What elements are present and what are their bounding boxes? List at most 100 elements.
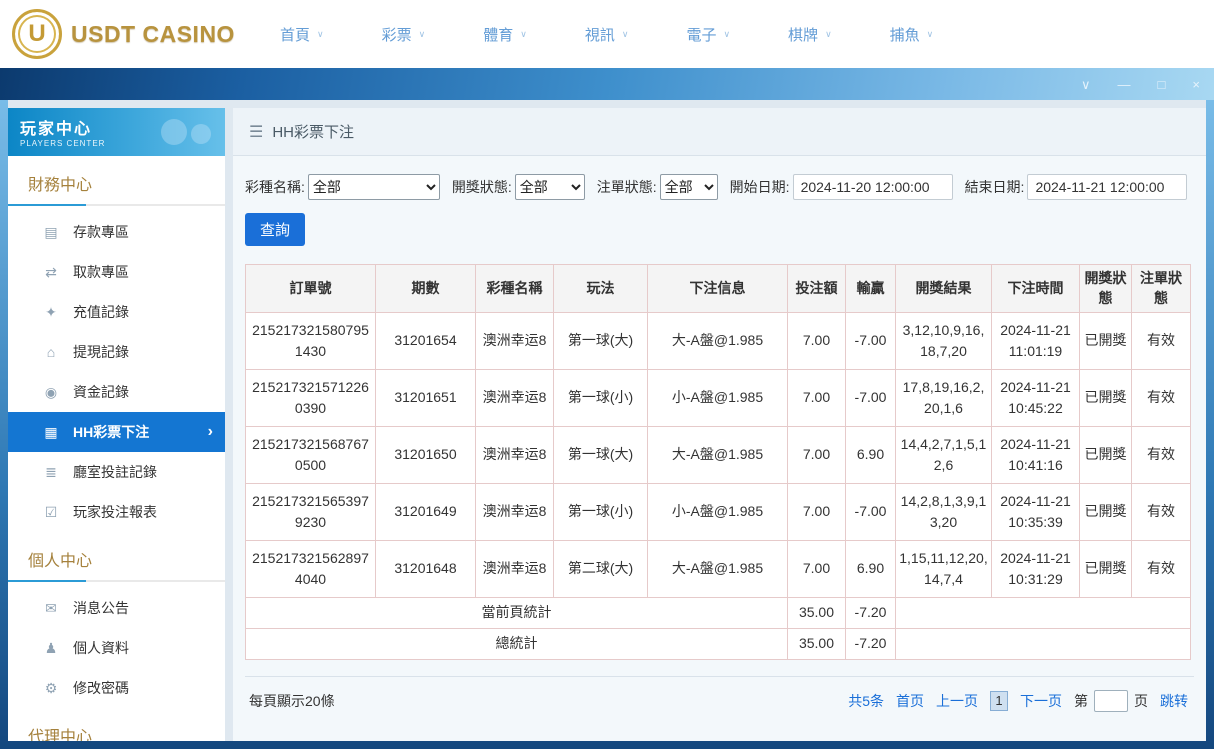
lottery-bets-icon: ▦ [44,423,58,440]
page-summary-win-loss: -7.20 [845,596,896,629]
content-area: 彩種名稱: 全部 開獎狀態: 全部 注單狀態: 全部 開始日期: 2024-11… [233,156,1206,741]
sidebar-item-label: 消息公告 [73,600,129,616]
sidebar-item-label: 修改密碼 [73,680,129,696]
sidebar-item-hall-bet-records[interactable]: ≣ 廳室投註記錄 [8,452,225,492]
funds-icon: ◉ [44,383,58,400]
cell-order-status: 有效 [1131,425,1191,484]
sidebar-item-change-password[interactable]: ⚙ 修改密碼 [8,668,225,708]
first-page-link[interactable]: 首页 [896,691,924,711]
cell-bet-time: 2024-11-21 10:41:16 [991,425,1080,484]
grand-summary-row: 總統計 35.00 -7.20 [245,627,1191,660]
window-collapse-icon[interactable]: ∨ [1081,78,1091,91]
main-panel: ☰ HH彩票下注 彩種名稱: 全部 開獎狀態: 全部 注單狀態: 全部 開始日期… [233,108,1206,741]
table-row: 2152173215653979230 31201649 澳洲幸运8 第一球(小… [245,482,1191,541]
col-header-order-status: 注單狀態 [1131,264,1191,313]
cell-bet-time: 2024-11-21 10:35:39 [991,482,1080,541]
page-jump-input[interactable] [1094,689,1128,712]
nav-item-live-video[interactable]: 視訊 ∨ [585,24,629,45]
cell-draw-status: 已開獎 [1079,482,1132,541]
cell-lottery: 澳洲幸运8 [475,368,554,427]
hall-records-icon: ≣ [45,463,57,480]
order-status-filter: 注單狀態: 全部 [597,174,718,200]
grand-summary-amount: 35.00 [787,627,846,660]
page-summary-empty [895,596,1191,629]
cell-result: 3,12,10,9,16,18,7,20 [895,311,992,370]
sidebar-item-withdraw[interactable]: ⇄ 取款專區 [8,252,225,292]
grand-summary-win-loss: -7.20 [845,627,896,660]
nav-label: 電子 [686,26,717,44]
jump-label-after: 页 [1134,692,1148,709]
sidebar-item-funds-records[interactable]: ◉ 資金記錄 [8,372,225,412]
nav-item-electronic[interactable]: 電子 ∨ [686,24,730,45]
nav-label: 棋牌 [788,26,819,44]
cell-lottery: 澳洲幸运8 [475,482,554,541]
nav-item-board-games[interactable]: 棋牌 ∨ [788,24,832,45]
sidebar-item-hh-lottery-bets[interactable]: ▦ HH彩票下注 › [8,412,225,452]
cell-period: 31201651 [375,368,476,427]
nav-item-home[interactable]: 首頁 ∨ [280,24,324,45]
cell-win-loss: -7.00 [845,482,896,541]
current-page-indicator[interactable]: 1 [990,690,1008,711]
page-summary-amount: 35.00 [787,596,846,629]
top-navigation-bar: U USDT CASINO 首頁 ∨ 彩票 ∨ 體育 ∨ 視訊 ∨ 電子 ∨ 棋牌 ∨ 捕魚… [0,0,1214,68]
col-header-result: 開獎結果 [895,264,992,313]
table-header-row: 訂單號 期數 彩種名稱 玩法 下注信息 投注額 輸贏 開獎結果 下注時間 開獎狀… [245,264,1191,313]
sidebar-item-profile[interactable]: ♟ 個人資料 [8,628,225,668]
window-minimize-icon[interactable]: — [1118,78,1131,91]
chevron-down-icon: ∨ [621,28,629,39]
person-icon: ♟ [44,639,58,656]
cell-draw-status: 已開獎 [1079,368,1132,427]
cell-win-loss: -7.00 [845,311,896,370]
cell-draw-status: 已開獎 [1079,539,1132,598]
cell-amount: 7.00 [787,482,846,541]
table-footer: 每頁顯示20條 共5条 首页 上一页 1 下一页 第 页 跳转 [245,675,1194,712]
cell-order-status: 有效 [1131,368,1191,427]
jump-button[interactable]: 跳转 [1160,691,1188,711]
page-header: ☰ HH彩票下注 [233,108,1206,156]
sidebar-item-label: 個人資料 [73,640,129,656]
cell-lottery: 澳洲幸运8 [475,539,554,598]
sidebar-item-label: HH彩票下注 [73,424,150,440]
sidebar-item-label: 充值記錄 [73,304,129,320]
sidebar-item-withdrawal-records[interactable]: ⌂ 提現記錄 [8,332,225,372]
cell-bet-time: 2024-11-21 10:31:29 [991,539,1080,598]
sidebar-item-recharge-records[interactable]: ✦ 充值記錄 [8,292,225,332]
window-maximize-icon[interactable]: □ [1158,78,1166,91]
prev-page-link[interactable]: 上一页 [936,691,978,711]
window-close-icon[interactable]: × [1192,78,1200,91]
nav-item-fishing[interactable]: 捕魚 ∨ [890,24,934,45]
lottery-type-select[interactable]: 全部 [307,174,440,200]
col-header-amount: 投注額 [787,264,846,313]
window-frame: 玩家中心 PLAYERS CENTER 財務中心 ▤ 存款專區 ⇄ 取款專區 ✦… [0,100,1214,749]
cell-play: 第一球(小) [553,482,648,541]
order-status-select[interactable]: 全部 [659,174,718,200]
sidebar-item-deposit[interactable]: ▤ 存款專區 [8,212,225,252]
cell-bet-time: 2024-11-21 11:01:19 [991,311,1080,370]
grand-summary-empty [895,627,1191,660]
logo-text: USDT CASINO [71,20,235,47]
report-icon: ☑ [44,503,58,520]
cell-draw-status: 已開獎 [1079,311,1132,370]
section-title-finance: 財務中心 [28,177,93,194]
page-title: HH彩票下注 [272,124,355,141]
section-title-agent: 代理中心 [28,729,93,741]
lottery-type-filter: 彩種名稱: 全部 [245,174,440,200]
sidebar-item-player-bet-report[interactable]: ☑ 玩家投注報表 [8,492,225,532]
nav-item-lottery[interactable]: 彩票 ∨ [382,24,426,45]
chevron-down-icon: ∨ [520,28,527,39]
end-date-input[interactable] [1027,174,1188,200]
nav-item-sports[interactable]: 體育 ∨ [483,24,527,45]
draw-status-select[interactable]: 全部 [514,174,585,200]
search-button[interactable]: 查詢 [245,213,306,246]
cell-play: 第一球(小) [553,368,648,427]
next-page-link[interactable]: 下一页 [1020,691,1062,711]
end-date-filter: 結束日期: [965,174,1188,200]
hamburger-icon[interactable]: ☰ [249,122,263,142]
sidebar-item-announcements[interactable]: ✉ 消息公告 [8,588,225,628]
grand-summary-label: 總統計 [245,627,788,660]
chevron-down-icon: ∨ [317,28,324,39]
search-row: 查詢 [245,213,1194,246]
cell-period: 31201650 [375,425,476,484]
start-date-input[interactable] [792,174,953,200]
jump-label-before: 第 [1074,692,1088,709]
